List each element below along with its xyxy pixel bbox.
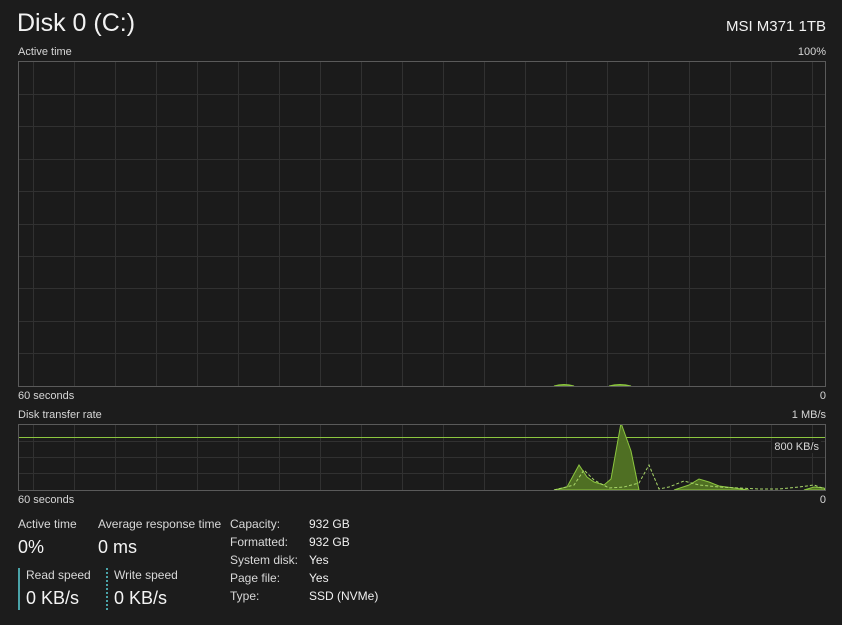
- write-speed-stat-label: Write speed: [114, 568, 178, 582]
- capacity-label: Capacity:: [230, 517, 281, 531]
- active-time-grid: [19, 62, 825, 386]
- capacity-value: 932 GB: [309, 517, 350, 531]
- disk-model: MSI M371 1TB: [725, 18, 826, 35]
- transfer-rate-graph: 800 KB/s: [18, 424, 826, 491]
- read-speed-indicator: [18, 568, 20, 610]
- type-value: SSD (NVMe): [309, 589, 379, 603]
- active-time-graph-label: Active time: [18, 46, 72, 58]
- transfer-rate-chart: [19, 425, 825, 490]
- active-time-stat-value: 0%: [18, 537, 45, 557]
- active-time-stat-label: Active time: [18, 517, 77, 531]
- system-disk-label: System disk:: [230, 553, 299, 567]
- active-time-graph: [18, 61, 826, 387]
- read-speed-stat-label: Read speed: [26, 568, 91, 582]
- active-time-blip-2: [608, 384, 632, 386]
- transfer-rate-reference-label: 800 KB/s: [772, 441, 821, 453]
- page-file-value: Yes: [309, 571, 329, 585]
- response-time-stat-value: 0 ms: [98, 537, 138, 557]
- active-time-max-label: 100%: [797, 46, 826, 58]
- transfer-rate-window-label: 60 seconds: [18, 494, 75, 506]
- page-file-label: Page file:: [230, 571, 281, 585]
- write-speed-indicator: [106, 568, 108, 610]
- write-speed-stat-value: 0 KB/s: [114, 588, 168, 608]
- response-time-stat-label: Average response time: [98, 517, 222, 531]
- formatted-value: 932 GB: [309, 535, 350, 549]
- type-label: Type:: [230, 589, 260, 603]
- formatted-label: Formatted:: [230, 535, 289, 549]
- read-speed-stat-value: 0 KB/s: [26, 588, 80, 608]
- active-time-chart: [19, 62, 825, 386]
- transfer-rate-graph-label: Disk transfer rate: [18, 409, 102, 421]
- transfer-rate-max-label: 1 MB/s: [791, 409, 826, 421]
- system-disk-value: Yes: [309, 553, 329, 567]
- active-time-window-label: 60 seconds: [18, 390, 75, 402]
- active-time-min-label: 0: [819, 390, 826, 402]
- transfer-rate-min-label: 0: [819, 494, 826, 506]
- page-title: Disk 0 (C:): [17, 9, 136, 37]
- active-time-blip-1: [553, 384, 575, 386]
